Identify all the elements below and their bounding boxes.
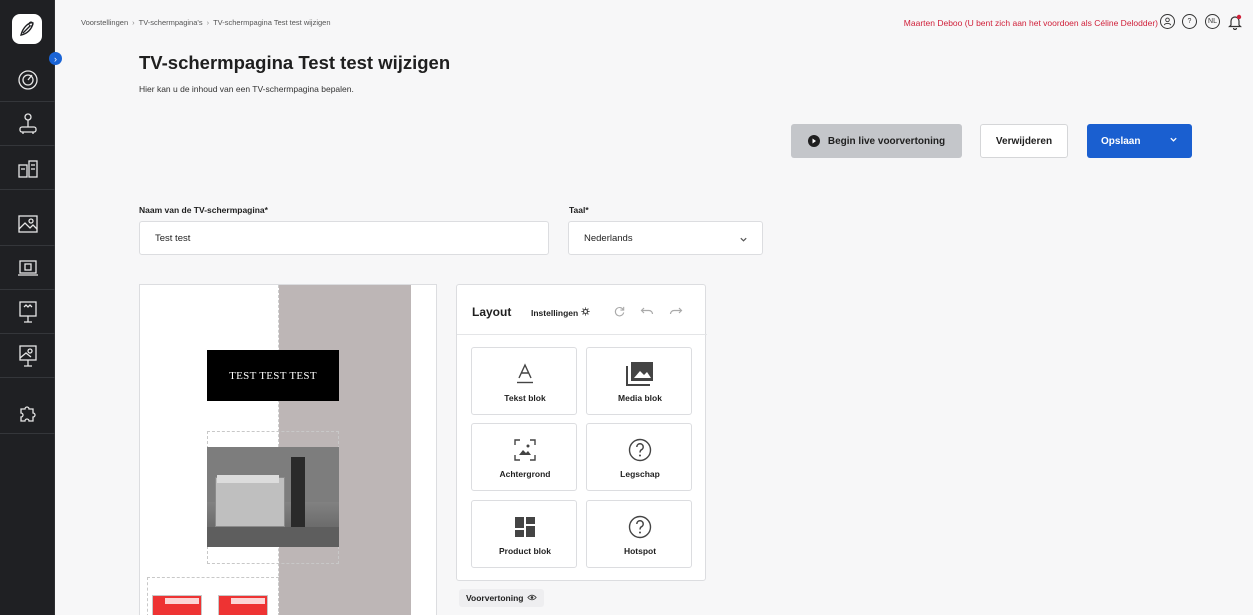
breadcrumb: Voorstellingen › TV-schermpagina's › TV-sche… <box>81 18 331 27</box>
name-input[interactable] <box>155 232 548 244</box>
notification-bell-icon[interactable] <box>1228 14 1242 35</box>
background-icon <box>472 436 578 464</box>
layout-panel-header: Layout Instellingen <box>457 285 707 335</box>
question-icon <box>587 436 693 464</box>
layout-settings-label: Instellingen <box>531 307 579 318</box>
preview-toggle[interactable]: Voorvertoning <box>459 589 545 607</box>
joystick-icon <box>18 112 37 134</box>
screen-icon <box>17 259 38 276</box>
tile-product-block[interactable]: Product blok <box>471 500 577 568</box>
canvas-media-image[interactable] <box>207 447 339 547</box>
sidebar-expand-button[interactable]: › <box>49 52 62 65</box>
tile-shelf[interactable]: Legschap <box>586 423 692 491</box>
name-label: Naam van de TV-schermpagina* <box>139 205 268 215</box>
nav-display-stands[interactable] <box>0 334 55 378</box>
breadcrumb-item[interactable]: Voorstellingen <box>81 18 128 27</box>
preview-toggle-label: Voorvertoning <box>466 593 524 603</box>
tile-label: Achtergrond <box>499 469 551 479</box>
media-icon <box>587 360 693 388</box>
gear-icon <box>581 307 590 318</box>
question-icon <box>587 513 693 541</box>
live-preview-button[interactable]: Begin live voorvertoning <box>791 124 962 158</box>
page-title: TV-schermpagina Test test wijzigen <box>139 52 451 73</box>
breadcrumb-item[interactable]: TV-schermpagina's <box>139 18 203 27</box>
redo-icon[interactable] <box>669 305 683 320</box>
nav-dashboard[interactable] <box>0 58 55 102</box>
language-select[interactable]: Nederlands <box>568 221 763 255</box>
screen-canvas[interactable]: TEST TEST TEST <box>139 284 437 615</box>
canvas-product-image[interactable] <box>218 595 268 615</box>
tile-hotspot[interactable]: Hotspot <box>586 500 692 568</box>
app-logo[interactable] <box>12 14 42 44</box>
help-icon[interactable]: ? <box>1182 14 1197 29</box>
tile-background[interactable]: Achtergrond <box>471 423 577 491</box>
layout-panel: Layout Instellingen Tekst blok Media blo… <box>456 284 707 581</box>
refresh-icon[interactable] <box>613 305 626 321</box>
products-icon <box>17 159 38 178</box>
nav-products[interactable] <box>0 146 55 190</box>
save-label: Opslaan <box>1101 135 1141 147</box>
language-label: Taal* <box>569 205 589 215</box>
logo-icon <box>20 21 34 36</box>
chevron-down-icon <box>739 235 748 247</box>
puzzle-icon <box>19 405 36 422</box>
delete-button[interactable]: Verwijderen <box>980 124 1068 158</box>
sidebar <box>0 0 55 615</box>
play-icon <box>807 135 820 147</box>
nav-presentations[interactable] <box>0 290 55 334</box>
product-block-icon <box>472 513 578 541</box>
tile-media-block[interactable]: Media blok <box>586 347 692 415</box>
canvas-text-block[interactable]: TEST TEST TEST <box>207 350 339 401</box>
impersonation-notice[interactable]: Maarten Deboo (U bent zich aan het voord… <box>904 18 1158 28</box>
layout-title: Layout <box>472 305 512 319</box>
tile-label: Legschap <box>620 469 660 479</box>
image-icon <box>17 214 38 233</box>
nav-screens[interactable] <box>0 246 55 290</box>
nav-games[interactable] <box>0 102 55 146</box>
chevron-down-icon[interactable] <box>1169 135 1178 147</box>
undo-icon[interactable] <box>640 305 654 320</box>
language-badge[interactable]: NL <box>1205 14 1220 29</box>
chevron-right-icon: › <box>206 18 210 27</box>
save-button[interactable]: Opslaan <box>1087 124 1192 158</box>
tile-text-block[interactable]: Tekst blok <box>471 347 577 415</box>
layout-settings-button[interactable]: Instellingen <box>531 307 590 318</box>
chevron-right-icon: › <box>132 18 135 27</box>
text-icon <box>472 360 578 388</box>
tile-label: Product blok <box>499 546 551 556</box>
breadcrumb-current: TV-schermpagina Test test wijzigen <box>213 18 331 27</box>
dashboard-icon <box>17 69 38 90</box>
display-stand-icon <box>18 344 37 367</box>
language-selected-value: Nederlands <box>584 232 633 244</box>
page-subtitle: Hier kan u de inhoud van een TV-schermpa… <box>139 84 354 94</box>
user-icon[interactable] <box>1160 14 1175 29</box>
presentation-icon <box>18 300 37 323</box>
tile-label: Media blok <box>618 393 662 403</box>
eye-icon <box>527 593 538 603</box>
canvas-product-image[interactable] <box>152 595 202 615</box>
nav-media[interactable] <box>0 202 55 246</box>
name-field[interactable] <box>139 221 549 255</box>
tile-label: Tekst blok <box>504 393 546 403</box>
live-preview-label: Begin live voorvertoning <box>827 135 946 147</box>
nav-integrations[interactable] <box>0 390 55 434</box>
chevron-right-icon: › <box>54 53 57 64</box>
tile-label: Hotspot <box>623 546 657 556</box>
